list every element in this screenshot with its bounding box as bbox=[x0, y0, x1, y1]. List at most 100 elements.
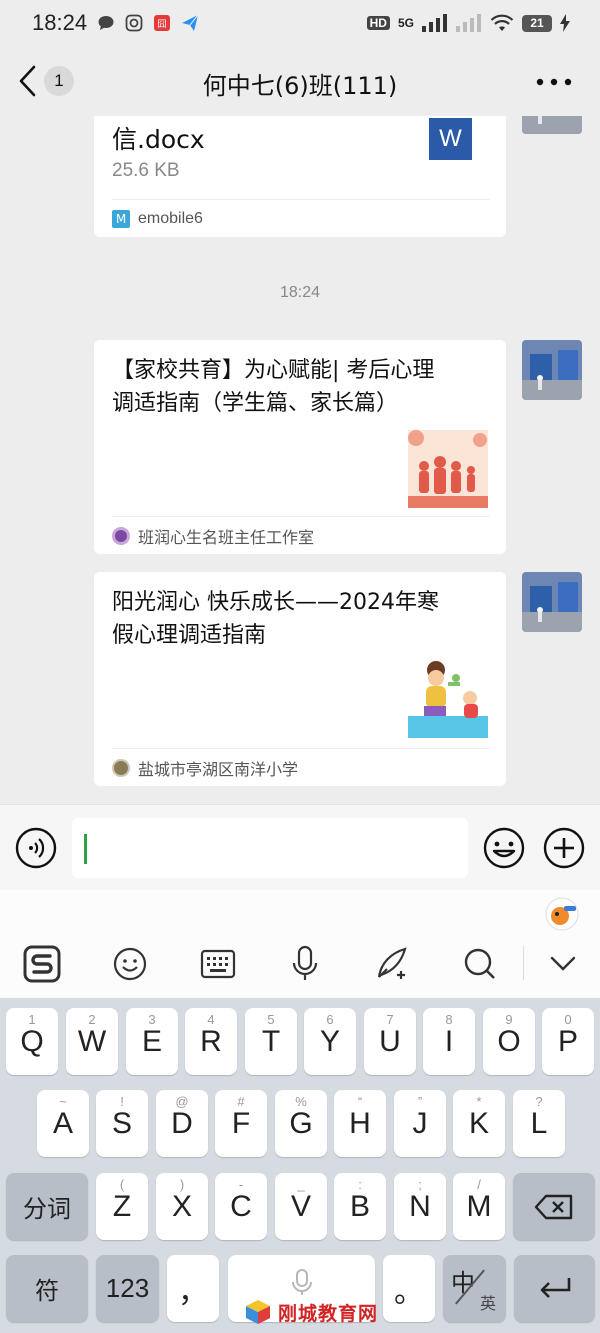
key-sub-label: 0 bbox=[564, 1012, 572, 1027]
article-message-card[interactable]: 【家校共育】为心赋能| 考后心理 调适指南（学生篇、家长篇） 班润心生名班主任工… bbox=[94, 340, 506, 554]
key-t[interactable]: 5T bbox=[245, 1008, 297, 1075]
key-y[interactable]: 6Y bbox=[304, 1008, 356, 1075]
key-label: K bbox=[468, 1106, 489, 1140]
key-sub-label: 9 bbox=[505, 1012, 513, 1027]
article-title-line1: 阳光润心 快乐成长——2024年寒 bbox=[112, 590, 439, 615]
unread-count-badge: 1 bbox=[44, 66, 74, 96]
key-x[interactable]: ) X bbox=[156, 1173, 208, 1240]
microphone-icon bbox=[291, 1268, 312, 1295]
key-sub-label: “ bbox=[357, 1094, 363, 1109]
key-label: M bbox=[466, 1189, 492, 1223]
collapse-keyboard-button[interactable] bbox=[543, 944, 583, 984]
number-key[interactable]: 123 bbox=[96, 1255, 159, 1322]
studio-logo-icon bbox=[112, 526, 130, 545]
message-input-bar bbox=[0, 804, 600, 890]
key-i[interactable]: 8I bbox=[423, 1008, 475, 1075]
sender-avatar[interactable] bbox=[522, 340, 582, 400]
key-sub-label: : bbox=[358, 1177, 362, 1192]
voice-input-icon[interactable] bbox=[15, 827, 57, 869]
sogou-logo-icon bbox=[23, 945, 61, 983]
key-z[interactable]: (Z bbox=[96, 1173, 148, 1240]
keyboard-switch-button[interactable] bbox=[198, 944, 238, 984]
emoji-icon[interactable] bbox=[483, 827, 525, 869]
comma-key[interactable]: ， bbox=[167, 1255, 219, 1322]
enter-key[interactable] bbox=[514, 1255, 595, 1322]
file-source-label: emobile6 bbox=[138, 209, 203, 227]
key-label: 。 bbox=[394, 1275, 424, 1309]
key-v[interactable]: _ V bbox=[275, 1173, 327, 1240]
key-sub-label: * bbox=[476, 1094, 482, 1109]
article-source: 盐城市亭湖区南洋小学 bbox=[112, 748, 490, 786]
voice-typing-button[interactable] bbox=[285, 944, 325, 984]
message-input[interactable] bbox=[72, 818, 468, 878]
key-h[interactable]: “H bbox=[334, 1090, 386, 1157]
key-label: ， bbox=[178, 1275, 208, 1309]
key-w[interactable]: 2W bbox=[66, 1008, 118, 1075]
search-button[interactable] bbox=[460, 944, 500, 984]
key-sub-label: ( bbox=[119, 1177, 125, 1192]
key-sub-label: ? bbox=[535, 1094, 543, 1109]
segment-key[interactable]: 分词 bbox=[6, 1173, 88, 1240]
watermark-logo bbox=[246, 1300, 270, 1324]
sender-avatar[interactable] bbox=[522, 572, 582, 632]
backspace-key[interactable] bbox=[513, 1173, 595, 1240]
key-a[interactable]: ~ A bbox=[37, 1090, 89, 1157]
key-b[interactable]: :B bbox=[334, 1173, 386, 1240]
key-label: Q bbox=[20, 1024, 44, 1058]
sender-avatar[interactable] bbox=[522, 116, 582, 134]
key-m[interactable]: / M bbox=[453, 1173, 505, 1240]
key-c[interactable]: -C bbox=[215, 1173, 267, 1240]
language-switch-key[interactable]: 中 英 bbox=[443, 1255, 506, 1322]
key-label: D bbox=[171, 1106, 193, 1140]
key-d[interactable]: @ D bbox=[156, 1090, 208, 1157]
more-options-icon[interactable] bbox=[534, 68, 574, 96]
key-r[interactable]: 4R bbox=[185, 1008, 237, 1075]
handwriting-button[interactable] bbox=[372, 944, 412, 984]
signal-strength-icon bbox=[422, 14, 447, 32]
key-label: 分词 bbox=[23, 1195, 71, 1223]
symbol-key[interactable]: 符 bbox=[6, 1255, 88, 1322]
key-q[interactable]: 1Q bbox=[6, 1008, 58, 1075]
back-button[interactable]: 1 bbox=[18, 64, 74, 98]
network-type: 5G bbox=[397, 16, 414, 30]
key-u[interactable]: 7U bbox=[364, 1008, 416, 1075]
key-p[interactable]: 0P bbox=[542, 1008, 594, 1075]
key-j[interactable]: ” J bbox=[394, 1090, 446, 1157]
key-sub-label: 7 bbox=[386, 1012, 394, 1027]
key-f[interactable]: # F bbox=[215, 1090, 267, 1157]
key-l[interactable]: ? L bbox=[513, 1090, 565, 1157]
chat-bubble-icon bbox=[98, 16, 114, 30]
key-sub-label: ~ bbox=[59, 1094, 67, 1109]
svg-text:囧: 囧 bbox=[158, 19, 167, 30]
article-message-card[interactable]: 阳光润心 快乐成长——2024年寒 假心理调适指南 盐城市亭湖区南洋小学 bbox=[94, 572, 506, 786]
avatar-photo bbox=[522, 340, 582, 400]
key-label: I bbox=[444, 1024, 454, 1058]
mascot-icon[interactable] bbox=[544, 896, 580, 932]
chevron-left-icon bbox=[19, 65, 36, 97]
key-k[interactable]: * K bbox=[453, 1090, 505, 1157]
key-g[interactable]: % G bbox=[275, 1090, 327, 1157]
key-s[interactable]: ! S bbox=[96, 1090, 148, 1157]
watermark-text: 刚城教育网 bbox=[278, 1302, 379, 1325]
article-source-label: 盐城市亭湖区南洋小学 bbox=[138, 759, 299, 779]
key-label: B bbox=[349, 1189, 370, 1223]
key-label: C bbox=[230, 1189, 252, 1223]
emoji-panel-button[interactable] bbox=[110, 944, 150, 984]
article-source: 班润心生名班主任工作室 bbox=[112, 516, 490, 554]
article-title-line1: 【家校共育】为心赋能| 考后心理 bbox=[112, 358, 435, 383]
key-o[interactable]: 9O bbox=[483, 1008, 535, 1075]
key-label: U bbox=[379, 1024, 401, 1058]
backspace-icon bbox=[534, 1194, 573, 1219]
file-message-card[interactable]: 信.docx 25.6 KB W M emobile6 bbox=[94, 116, 506, 237]
key-sub-label: @ bbox=[175, 1094, 189, 1109]
key-e[interactable]: 3E bbox=[126, 1008, 178, 1075]
chat-message-list[interactable]: 信.docx 25.6 KB W M emobile6 18:24 【家校共育】… bbox=[0, 116, 600, 804]
plus-more-icon[interactable] bbox=[543, 827, 585, 869]
page-title: 何中七(6)班(111) bbox=[202, 71, 398, 100]
key-label: S bbox=[111, 1106, 132, 1140]
sogou-logo-button[interactable] bbox=[22, 944, 62, 984]
key-label: 123 bbox=[105, 1273, 150, 1303]
period-key[interactable]: 。 bbox=[383, 1255, 435, 1322]
key-n[interactable]: ; N bbox=[394, 1173, 446, 1240]
hd-badge: HD bbox=[366, 16, 390, 30]
